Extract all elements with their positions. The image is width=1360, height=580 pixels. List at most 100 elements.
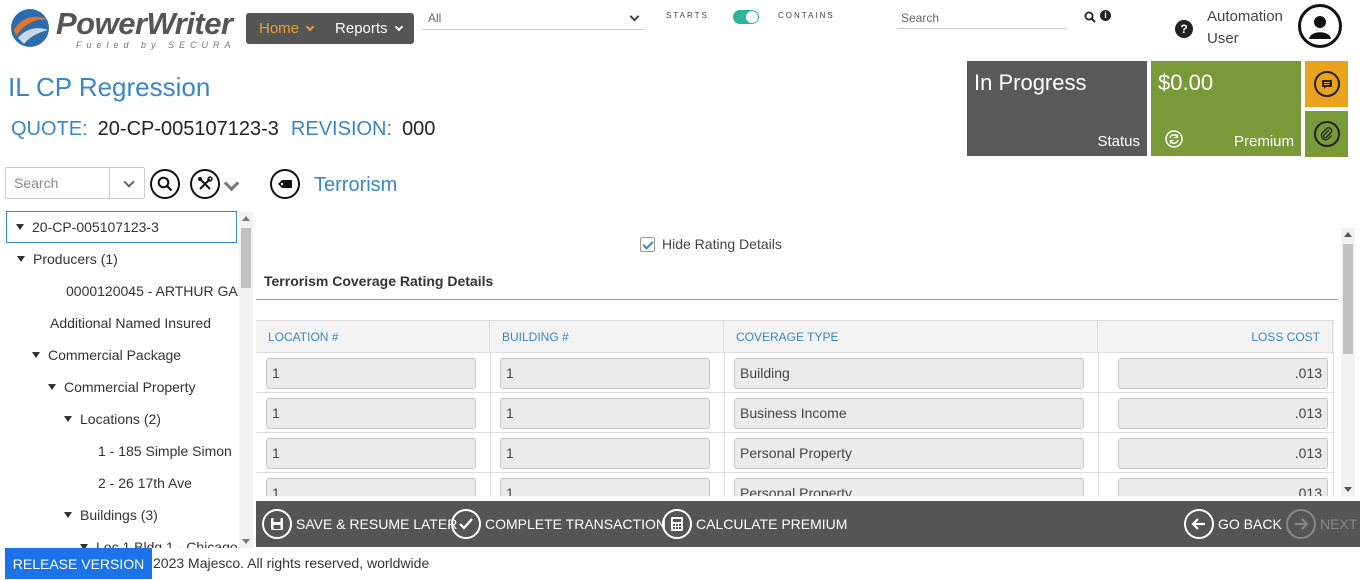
tools-icon: [198, 176, 213, 190]
coverage-type-field[interactable]: Building: [734, 358, 1084, 389]
tree-node-commercial-property[interactable]: Commercial Property: [48, 371, 195, 403]
scroll-down-icon[interactable]: [242, 539, 250, 544]
scroll-up-icon[interactable]: [242, 216, 250, 221]
caret-down-icon[interactable]: [17, 256, 25, 262]
status-label: Status: [1097, 133, 1140, 150]
go-back-button[interactable]: GO BACK: [1184, 509, 1282, 539]
quote-label: QUOTE:: [11, 118, 88, 140]
section-divider: [256, 299, 1338, 300]
toggle-starts-label: STARTS: [666, 11, 709, 20]
building-field[interactable]: 1: [500, 398, 710, 429]
search-icon[interactable]: [1084, 11, 1096, 23]
table-row: 1 1 Business Income .013: [256, 393, 1334, 433]
avatar[interactable]: [1298, 4, 1342, 48]
tree-find-button[interactable]: [150, 169, 180, 199]
user-name[interactable]: Automation User: [1207, 6, 1291, 50]
tree-node-label: 20-CP-005107123-3: [32, 219, 159, 235]
location-field[interactable]: 1: [266, 438, 476, 469]
search-scope-select[interactable]: All: [422, 6, 644, 30]
nav-reports[interactable]: Reports: [322, 13, 411, 44]
building-field[interactable]: 1: [500, 438, 710, 469]
page-title: IL CP Regression: [8, 72, 211, 102]
loss-cost-field[interactable]: .013: [1118, 438, 1328, 469]
location-field[interactable]: 1: [266, 398, 476, 429]
tree-node-label: Buildings (3): [80, 507, 158, 523]
tree-search-input[interactable]: [6, 168, 110, 198]
tree-tools-button[interactable]: [190, 169, 220, 199]
tree-node-additional-named-insured[interactable]: Additional Named Insured: [50, 307, 211, 339]
tree-node-location-1[interactable]: 1 - 185 Simple Simon: [98, 435, 232, 467]
caret-down-icon[interactable]: [32, 352, 40, 358]
location-field[interactable]: 1: [266, 478, 476, 496]
premium-tile: $0.00 Premium: [1151, 61, 1301, 156]
loss-cost-field[interactable]: .013: [1118, 358, 1328, 389]
loss-cost-field[interactable]: .013: [1118, 398, 1328, 429]
caret-down-icon[interactable]: [64, 416, 72, 422]
revision-number: 000: [402, 118, 436, 140]
tree-node-building-1[interactable]: Loc 1 Bldg 1 - Chicago: [80, 531, 238, 548]
column-header-loss-cost[interactable]: LOSS COST: [1098, 321, 1333, 354]
caret-down-icon[interactable]: [64, 512, 72, 518]
scroll-down-icon[interactable]: [1344, 487, 1352, 492]
tree-node-label: Commercial Property: [64, 379, 196, 395]
nav-home[interactable]: Home: [246, 13, 322, 44]
caret-down-icon[interactable]: [48, 384, 56, 390]
info-icon[interactable]: i: [1100, 10, 1111, 21]
logo-globe-icon: [11, 9, 49, 47]
chevron-down-icon[interactable]: [223, 175, 240, 192]
tree-node-label: 2 - 26 17th Ave: [98, 475, 192, 491]
nav-reports-label: Reports: [335, 20, 388, 37]
chevron-down-icon: [394, 22, 403, 32]
tree-node-label: Producers (1): [33, 251, 118, 267]
tree-node-label: 0000120045 - ARTHUR GALLAGHER RISK MANAG…: [66, 283, 239, 299]
attachments-button[interactable]: [1305, 111, 1348, 157]
tree-node-buildings[interactable]: Buildings (3): [64, 499, 158, 531]
premium-label: Premium: [1233, 133, 1294, 150]
scroll-thumb[interactable]: [241, 228, 251, 288]
powerwriter-logo[interactable]: PowerWriter Fueled by SECURA: [8, 6, 238, 50]
column-header-building[interactable]: BUILDING #: [490, 321, 724, 354]
column-header-location[interactable]: LOCATION #: [256, 321, 490, 354]
tree-scrollbar[interactable]: [239, 212, 253, 548]
scroll-up-icon[interactable]: [1344, 232, 1352, 237]
loss-cost-field[interactable]: .013: [1118, 478, 1328, 496]
column-header-coverage-type[interactable]: COVERAGE TYPE: [724, 321, 1098, 354]
tree-search-dropdown[interactable]: [110, 168, 144, 198]
revision-label: REVISION:: [290, 118, 393, 140]
coverage-type-field[interactable]: Personal Property: [734, 438, 1084, 469]
help-icon[interactable]: ?: [1175, 20, 1193, 38]
coverage-type-field[interactable]: Business Income: [734, 398, 1084, 429]
tree-node-commercial-package[interactable]: Commercial Package: [32, 339, 181, 371]
calculate-premium-button[interactable]: CALCULATE PREMIUM: [662, 509, 847, 539]
coverage-type-field[interactable]: Personal Property: [734, 478, 1084, 496]
global-search-input[interactable]: [897, 7, 1067, 29]
checkmark-icon: [451, 509, 481, 539]
tree-node-producer[interactable]: 0000120045 - ARTHUR GALLAGHER RISK MANAG…: [66, 275, 239, 307]
toggle-contains-label: CONTAINS: [778, 11, 835, 20]
tree-node-label: Additional Named Insured: [50, 315, 212, 331]
chat-icon: [1313, 71, 1340, 97]
building-field[interactable]: 1: [500, 358, 710, 389]
chevron-down-icon: [629, 11, 640, 21]
checkbox-checked-icon[interactable]: [640, 236, 655, 252]
content-scrollbar[interactable]: [1341, 228, 1355, 496]
match-mode-toggle[interactable]: [733, 10, 759, 24]
location-field[interactable]: 1: [266, 358, 476, 389]
quote-tree: 20-CP-005107123-3 Producers (1) 00001200…: [5, 210, 239, 548]
tree-node-producers[interactable]: Producers (1): [17, 243, 118, 275]
building-field[interactable]: 1: [500, 478, 710, 496]
tree-node-locations[interactable]: Locations (2): [64, 403, 161, 435]
save-resume-later-button[interactable]: SAVE & RESUME LATER: [262, 509, 457, 539]
tree-node-location-2[interactable]: 2 - 26 17th Ave: [98, 467, 192, 499]
quote-number: 20-CP-005107123-3: [97, 118, 279, 140]
release-version-button[interactable]: RELEASE VERSION: [5, 548, 152, 579]
notes-button[interactable]: [1305, 61, 1348, 107]
hide-rating-details-checkbox[interactable]: Hide Rating Details: [640, 236, 782, 252]
complete-transaction-button[interactable]: COMPLETE TRANSACTION: [451, 509, 666, 539]
refresh-icon[interactable]: [1165, 130, 1183, 148]
caret-down-icon[interactable]: [16, 224, 24, 230]
scroll-thumb[interactable]: [1343, 244, 1353, 354]
tree-node-quote[interactable]: 20-CP-005107123-3: [6, 211, 237, 243]
tree-node-label: Commercial Package: [48, 347, 182, 363]
next-button[interactable]: NEXT: [1286, 509, 1357, 539]
